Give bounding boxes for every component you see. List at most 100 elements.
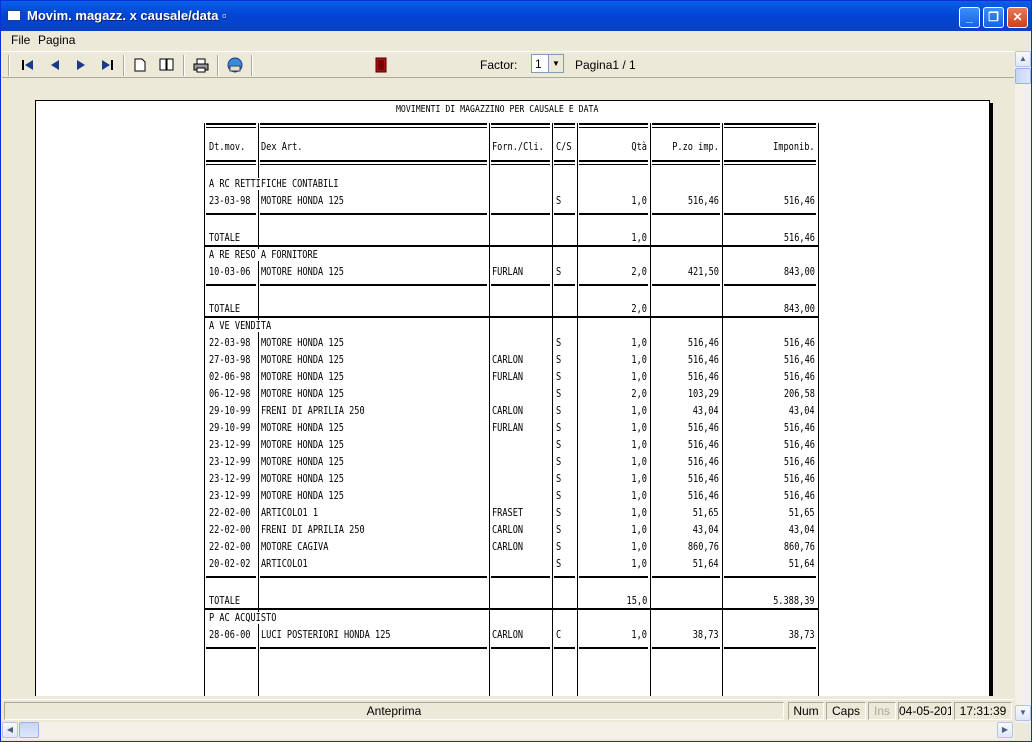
cell-amount: 843,00 bbox=[783, 266, 815, 278]
subtotal-rule bbox=[652, 576, 720, 578]
cell-article: MOTORE HONDA 125 bbox=[261, 371, 344, 383]
total-label: TOTALE bbox=[209, 232, 241, 244]
cell-date: 22-02-00 bbox=[209, 507, 251, 519]
cell-cs: S bbox=[556, 439, 562, 451]
header-rule bbox=[652, 160, 720, 162]
cell-qty: 1,0 bbox=[631, 195, 647, 207]
menu-file[interactable]: File bbox=[11, 33, 30, 47]
next-page-icon[interactable] bbox=[72, 56, 90, 74]
header-rule bbox=[260, 164, 487, 165]
header-dex-art: Dex Art. bbox=[261, 141, 303, 153]
cell-date: 20-02-02 bbox=[209, 558, 251, 570]
cell-qty: 1,0 bbox=[631, 439, 647, 451]
vertical-scroll-thumb[interactable] bbox=[1015, 68, 1031, 84]
header-rule bbox=[652, 164, 720, 165]
header-rule bbox=[579, 160, 648, 162]
cell-amount: 516,46 bbox=[783, 490, 815, 502]
subtotal-rule bbox=[491, 284, 550, 286]
cell-article: MOTORE HONDA 125 bbox=[261, 195, 344, 207]
header-rule bbox=[206, 123, 256, 125]
cell-amount: 206,58 bbox=[783, 388, 815, 400]
cell-supplier: CARLON bbox=[492, 629, 524, 641]
cell-date: 23-12-99 bbox=[209, 490, 251, 502]
column-rule bbox=[258, 123, 259, 696]
subtotal-rule bbox=[579, 213, 648, 215]
cell-amount: 516,46 bbox=[783, 371, 815, 383]
total-amount: 5.388,39 bbox=[773, 595, 815, 607]
cell-supplier: FRASET bbox=[492, 507, 524, 519]
factor-select[interactable]: 1 ▼ bbox=[531, 54, 564, 73]
toolbar-separator bbox=[251, 55, 253, 76]
single-page-icon[interactable] bbox=[131, 56, 149, 74]
cell-qty: 1,0 bbox=[631, 405, 647, 417]
printer-icon[interactable] bbox=[192, 56, 210, 74]
cell-cs: C bbox=[556, 629, 562, 641]
subtotal-rule bbox=[491, 576, 550, 578]
subtotal-rule bbox=[724, 576, 816, 578]
cell-qty: 2,0 bbox=[631, 266, 647, 278]
subtotal-rule bbox=[579, 284, 648, 286]
maximize-button[interactable]: ❐ bbox=[983, 7, 1004, 28]
title-bar[interactable]: Movim. magazz. x causale/data ▫ _ ❐ ✕ bbox=[1, 1, 1031, 31]
total-qty: 2,0 bbox=[631, 303, 647, 315]
status-num: Num bbox=[788, 702, 824, 720]
header-rule bbox=[579, 164, 648, 165]
exit-door-icon[interactable] bbox=[372, 56, 390, 74]
column-rule bbox=[722, 123, 723, 696]
group-title: A VE VENDITA bbox=[209, 320, 273, 332]
scroll-right-icon[interactable]: ▶ bbox=[997, 722, 1013, 738]
cell-price: 516,46 bbox=[687, 473, 719, 485]
cell-qty: 1,0 bbox=[631, 524, 647, 536]
header-cs: C/S bbox=[556, 141, 572, 153]
subtotal-rule bbox=[724, 213, 816, 215]
subtotal-rule bbox=[652, 213, 720, 215]
cell-supplier: FURLAN bbox=[492, 371, 524, 383]
window-title: Movim. magazz. x causale/data ▫ bbox=[27, 8, 227, 23]
cell-supplier: CARLON bbox=[492, 354, 524, 366]
report-table: Dt.mov. Dex Art. Forn./Cli. C/S Qtà P.zo imp.… bbox=[36, 101, 991, 696]
report-page: MOVIMENTI DI MAGAZZINO PER CAUSALE E DAT… bbox=[35, 100, 990, 696]
menu-pagina[interactable]: Pagina bbox=[38, 33, 75, 47]
cell-price: 38,73 bbox=[693, 629, 719, 641]
total-amount: 516,46 bbox=[783, 232, 815, 244]
minimize-button[interactable]: _ bbox=[959, 7, 980, 28]
cell-qty: 1,0 bbox=[631, 558, 647, 570]
scroll-down-icon[interactable]: ▼ bbox=[1015, 705, 1031, 721]
cell-supplier: CARLON bbox=[492, 524, 524, 536]
cell-date: 29-10-99 bbox=[209, 405, 251, 417]
cell-article: MOTORE HONDA 125 bbox=[261, 337, 344, 349]
cell-article: MOTORE HONDA 125 bbox=[261, 422, 344, 434]
cell-cs: S bbox=[556, 456, 562, 468]
scroll-left-icon[interactable]: ◀ bbox=[2, 722, 18, 738]
horizontal-scrollbar[interactable]: ◀ ▶ bbox=[2, 722, 1014, 739]
status-date: 04-05-2016 bbox=[898, 702, 952, 720]
toolbar-separator bbox=[123, 55, 125, 76]
vertical-scrollbar[interactable]: ▲ ▼ bbox=[1014, 51, 1031, 723]
window-icon bbox=[7, 10, 21, 21]
first-page-icon[interactable] bbox=[19, 56, 37, 74]
horizontal-scroll-thumb[interactable] bbox=[19, 722, 39, 738]
cell-amount: 38,73 bbox=[789, 629, 815, 641]
cell-qty: 1,0 bbox=[631, 490, 647, 502]
toolbar-separator bbox=[183, 55, 185, 76]
preview-area[interactable]: MOVIMENTI DI MAGAZZINO PER CAUSALE E DAT… bbox=[6, 79, 1013, 696]
header-rule bbox=[260, 127, 487, 128]
scroll-up-icon[interactable]: ▲ bbox=[1015, 51, 1031, 67]
previous-page-icon[interactable] bbox=[46, 56, 64, 74]
cell-article: ARTICOLO1 bbox=[261, 558, 308, 570]
cell-article: MOTORE HONDA 125 bbox=[261, 473, 344, 485]
last-page-icon[interactable] bbox=[98, 56, 116, 74]
cell-cs: S bbox=[556, 388, 562, 400]
header-forn-cli: Forn./Cli. bbox=[492, 141, 544, 153]
close-button[interactable]: ✕ bbox=[1007, 7, 1028, 28]
export-icon[interactable] bbox=[226, 56, 244, 74]
header-rule bbox=[554, 127, 575, 128]
chevron-down-icon[interactable]: ▼ bbox=[548, 55, 563, 72]
cell-amount: 51,65 bbox=[789, 507, 815, 519]
cell-cs: S bbox=[556, 507, 562, 519]
cell-article: MOTORE HONDA 125 bbox=[261, 354, 344, 366]
group-separator bbox=[204, 608, 818, 610]
two-pages-icon[interactable] bbox=[158, 56, 176, 74]
cell-price: 516,46 bbox=[687, 490, 719, 502]
cell-amount: 516,46 bbox=[783, 422, 815, 434]
